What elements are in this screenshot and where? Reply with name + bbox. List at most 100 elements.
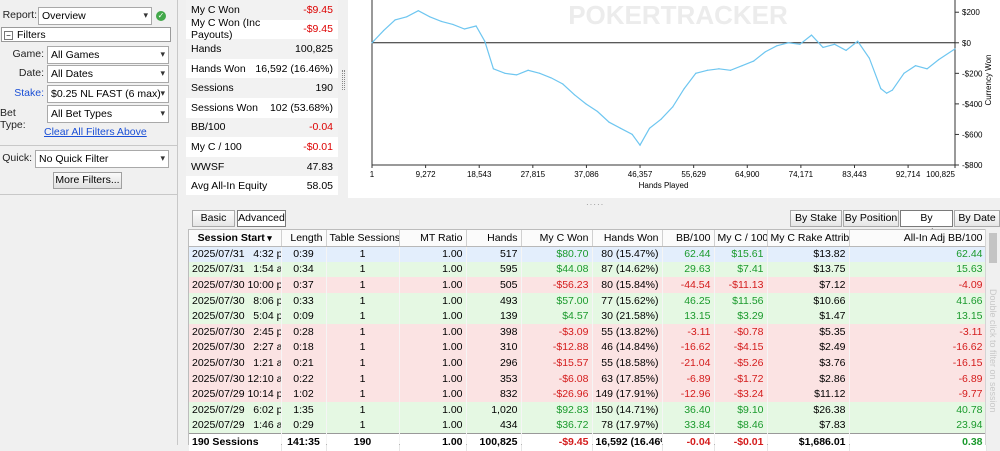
table-row[interactable]: 2025/07/30 8:06 pm0:3311.00493$57.0077 (… <box>189 292 987 309</box>
table-cell: 80 (15.47%) <box>592 246 663 262</box>
column-header[interactable]: My C / 100 <box>714 230 768 247</box>
data-point <box>394 19 396 21</box>
table-cell: 87 (14.62%) <box>592 261 663 278</box>
table-cell: $11.12 <box>767 386 850 402</box>
y-tick-label: -$600 <box>962 130 983 139</box>
stat-value: 47.83 <box>306 160 333 173</box>
table-row[interactable]: 2025/07/30 2:27 am0:1811.00310-$12.8846 … <box>189 339 987 356</box>
table-row[interactable]: 2025/07/30 2:45 pm0:2811.00398-$3.0955 (… <box>189 323 987 340</box>
column-header[interactable]: My C Won <box>521 230 593 247</box>
column-header[interactable]: Hands <box>466 230 522 247</box>
x-axis-label: Hands Played <box>639 181 689 190</box>
y-tick-label: -$200 <box>962 69 983 78</box>
status-ok-icon[interactable]: ✓ <box>156 11 166 21</box>
table-cell: 2025/07/29 1:46 am <box>189 417 282 434</box>
session-table: Session Start ▾ Length Table Sessions MT Ra… <box>188 229 987 451</box>
table-cell: -21.04 <box>662 355 715 371</box>
column-header[interactable]: BB/100 <box>662 230 715 247</box>
table-cell: -4.09 <box>849 277 987 293</box>
data-point <box>741 65 743 67</box>
column-header[interactable]: Hands Won <box>592 230 663 247</box>
x-tick-label: 100,825 <box>926 170 955 179</box>
data-point <box>585 103 587 105</box>
table-cell: 1 <box>326 401 400 418</box>
table-row[interactable]: 2025/07/30 10:00 pm0:3711.00505-$56.2380… <box>189 277 987 293</box>
data-point <box>776 45 778 47</box>
collapse-icon[interactable]: − <box>4 31 13 40</box>
table-cell: 0:37 <box>281 277 327 293</box>
data-point <box>683 88 685 90</box>
bettype-select[interactable]: All Bet Types ▾ <box>47 105 169 123</box>
sort-desc-icon: ▾ <box>264 232 272 243</box>
table-row[interactable]: 2025/07/30 12:10 am0:2211.00353-$6.0863 … <box>189 370 987 387</box>
more-filters-button[interactable]: More Filters... <box>53 172 122 189</box>
table-cell: 2025/07/30 1:21 am <box>189 355 282 371</box>
filters-header[interactable]: − Filters <box>1 27 171 42</box>
data-point <box>938 58 940 61</box>
table-cell: 46.25 <box>662 292 715 309</box>
column-header[interactable]: All-In Adj BB/100 <box>849 230 987 247</box>
table-row[interactable]: 2025/07/31 4:32 pm0:3911.00517$80.7080 (… <box>189 246 987 262</box>
quick-select[interactable]: No Quick Filter ▾ <box>35 150 169 168</box>
panel-resize-handle[interactable] <box>342 70 345 90</box>
table-cell: $2.49 <box>767 339 850 356</box>
date-select[interactable]: All Dates ▾ <box>47 65 169 83</box>
table-scrollbar[interactable]: Double click to filter on session <box>985 229 1000 445</box>
date-row: Date: All Dates ▾ <box>0 65 178 83</box>
table-cell: $1.47 <box>767 308 850 324</box>
tab-basic[interactable]: Basic <box>192 210 235 227</box>
table-row[interactable]: 2025/07/30 1:21 am0:2111.00296-$15.5755 … <box>189 355 987 371</box>
table-row[interactable]: 2025/07/29 10:14 pm1:0211.00832-$26.9614… <box>189 386 987 402</box>
table-cell: 15.63 <box>849 261 987 278</box>
column-header[interactable]: Length <box>281 230 327 247</box>
report-select[interactable]: Overview ▾ <box>38 7 152 25</box>
horizontal-splitter[interactable]: ····· <box>186 198 1000 209</box>
quick-row: Quick: No Quick Filter ▾ <box>0 150 178 168</box>
stat-value: -$0.01 <box>303 140 333 153</box>
stat-value: 190 <box>315 82 333 95</box>
tab-by-date[interactable]: By Date <box>954 210 1000 227</box>
column-header[interactable]: My C Rake Attrib <box>767 230 850 247</box>
table-row[interactable]: 2025/07/29 6:02 pm1:3511.001,020$92.8315… <box>189 401 987 418</box>
stake-label[interactable]: Stake: <box>14 87 44 99</box>
data-point <box>660 118 662 120</box>
table-cell: 0:34 <box>281 261 327 278</box>
stat-label: BB/100 <box>191 121 226 134</box>
table-cell: 2025/07/30 2:45 pm <box>189 323 282 340</box>
table-cell: 1 <box>326 339 400 356</box>
data-point <box>787 42 789 44</box>
tab-advanced[interactable]: Advanced <box>237 210 286 227</box>
table-cell: 78 (17.97%) <box>592 417 663 434</box>
data-point <box>429 16 431 18</box>
table-row[interactable]: 2025/07/29 1:46 am0:2911.00434$36.7278 (… <box>189 417 987 434</box>
data-point <box>857 40 859 42</box>
data-point <box>695 72 697 74</box>
table-row[interactable]: 2025/07/31 1:54 am0:3411.00595$44.0887 (… <box>189 261 987 278</box>
data-point <box>954 48 956 50</box>
tab-by-position[interactable]: By Position <box>843 210 899 227</box>
tab-by-stake[interactable]: By Stake <box>790 210 842 227</box>
tab-by-session[interactable]: By Session <box>900 210 953 239</box>
table-cell: 1 <box>326 370 400 387</box>
table-cell: $80.70 <box>521 246 593 262</box>
table-cell: 0:21 <box>281 355 327 371</box>
stake-select[interactable]: $0.25 NL FAST (6 max) ▾ <box>47 85 169 103</box>
total-cell: 16,592 (16.46%) <box>592 432 663 451</box>
table-cell: 493 <box>466 292 522 309</box>
total-cell: 100,825 <box>466 432 522 451</box>
data-point <box>539 72 541 74</box>
report-row: Report: Overview ▾ ✓ <box>0 7 178 25</box>
game-select[interactable]: All Games ▾ <box>47 46 169 64</box>
table-cell: $13.75 <box>767 261 850 278</box>
table-cell: -$4.15 <box>714 339 768 356</box>
column-header[interactable]: Table Sessions <box>326 230 400 247</box>
column-header[interactable]: Session Start ▾ <box>189 230 282 247</box>
clear-filters-link[interactable]: Clear All Filters Above <box>44 126 147 138</box>
data-point <box>620 127 622 129</box>
table-row[interactable]: 2025/07/30 5:04 pm0:0911.00139$4.5730 (2… <box>189 308 987 324</box>
bettype-label: Bet Type: <box>0 107 26 131</box>
divider <box>0 194 178 195</box>
stat-row: Sessions 190 <box>186 78 338 98</box>
column-header[interactable]: MT Ratio <box>399 230 467 247</box>
scrollbar-thumb[interactable] <box>989 233 997 263</box>
